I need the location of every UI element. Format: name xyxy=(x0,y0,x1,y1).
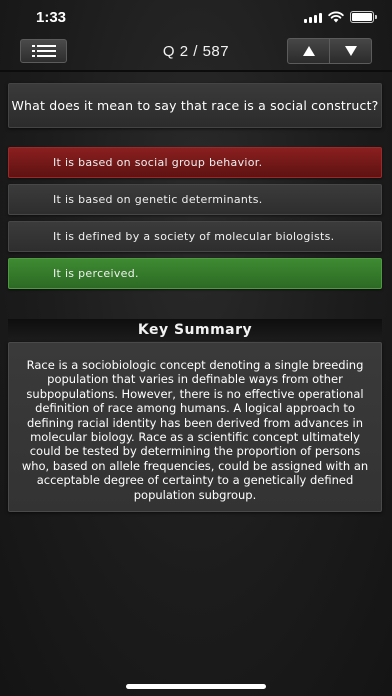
nav-bar: Q 2 / 587 xyxy=(0,34,392,70)
answer-label: It is perceived. xyxy=(53,267,139,280)
nav-divider xyxy=(0,70,392,72)
battery-icon xyxy=(350,11,377,23)
summary-title: Key Summary xyxy=(8,319,382,341)
answer-option-4[interactable]: It is perceived. xyxy=(8,258,382,289)
home-indicator[interactable] xyxy=(126,684,266,689)
answer-label: It is based on social group behavior. xyxy=(53,156,263,169)
status-icons xyxy=(304,11,377,23)
next-question-button[interactable] xyxy=(329,39,371,63)
wifi-icon xyxy=(328,11,344,23)
status-bar: 1:33 xyxy=(0,0,392,36)
summary-text: Race is a sociobiologic concept denoting… xyxy=(21,358,369,502)
triangle-down-icon xyxy=(344,46,357,56)
question-box: What does it mean to say that race is a … xyxy=(8,83,382,128)
triangle-up-icon xyxy=(302,46,315,56)
status-time: 1:33 xyxy=(36,9,67,26)
answer-label: It is based on genetic determinants. xyxy=(53,193,263,206)
answer-option-2[interactable]: It is based on genetic determinants. xyxy=(8,184,382,215)
cellular-signal-icon xyxy=(304,12,322,23)
summary-box: Race is a sociobiologic concept denoting… xyxy=(8,342,382,512)
question-text: What does it mean to say that race is a … xyxy=(11,98,379,113)
answer-option-3[interactable]: It is defined by a society of molecular … xyxy=(8,221,382,252)
question-navigation xyxy=(287,38,372,64)
previous-question-button[interactable] xyxy=(288,39,329,63)
answer-label: It is defined by a society of molecular … xyxy=(53,230,335,243)
answer-option-1[interactable]: It is based on social group behavior. xyxy=(8,147,382,178)
